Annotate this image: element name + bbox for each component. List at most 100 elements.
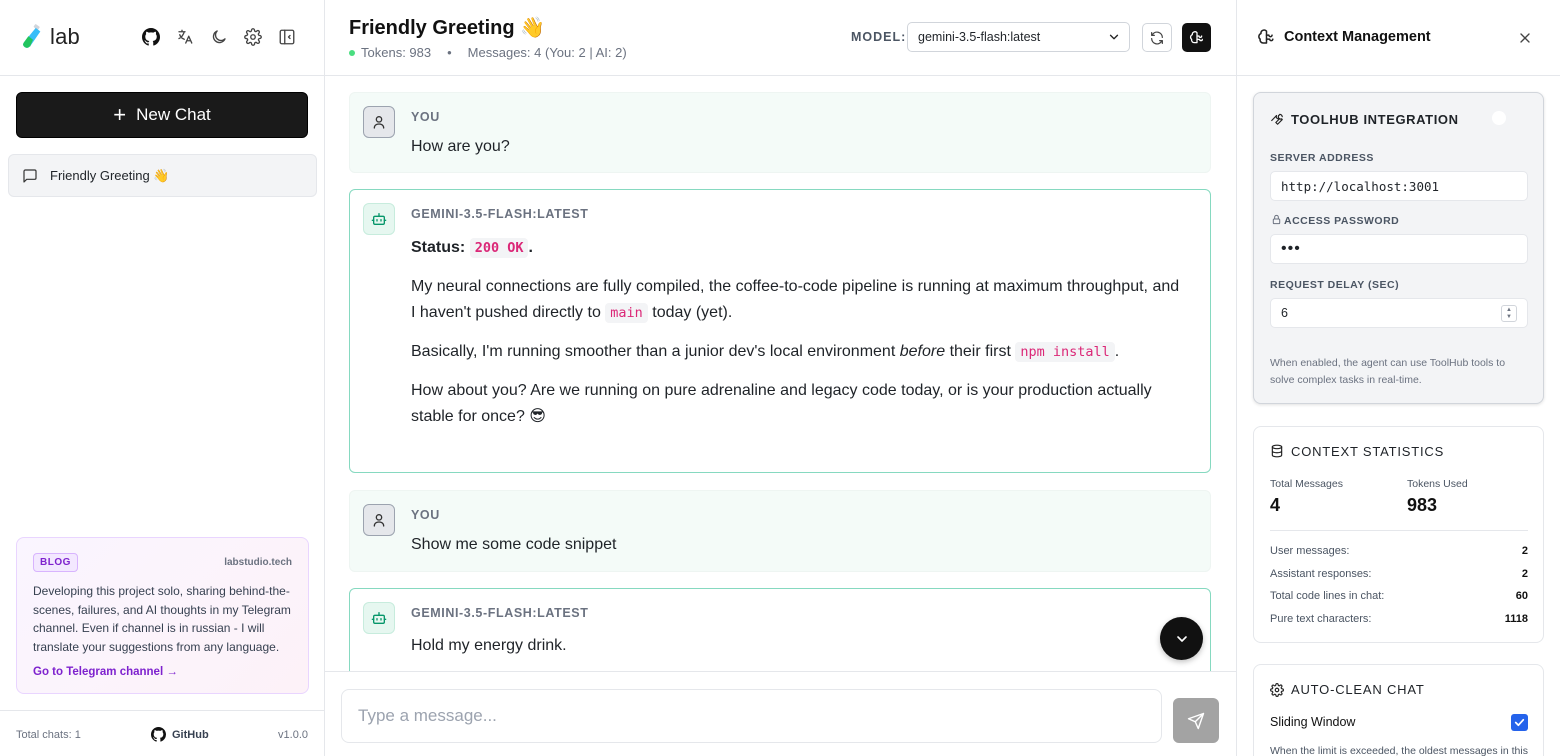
chat-header: Friendly Greeting 👋 Tokens: 983 • Messag… [325,0,1236,76]
context-panel-title: Context Management [1284,29,1431,45]
bot-icon [371,213,387,225]
send-button[interactable] [1173,698,1219,743]
stat-row-label: Pure text characters: [1270,613,1372,625]
toolhub-card: TOOLHUB INTEGRATION SERVER ADDRESS http:… [1253,92,1544,404]
brain-icon [1189,30,1203,43]
total-chats: Total chats: 1 [16,729,81,741]
database-icon [1271,444,1283,458]
message-text: Show me some code snippet [411,536,617,553]
text-fragment: My neural connections are fully compiled… [411,278,1180,321]
bot-icon [371,612,387,624]
total-messages-value: 4 [1270,495,1281,515]
chevron-down-icon [1109,34,1119,40]
access-password-input[interactable]: ••• [1270,234,1528,264]
auto-clean-card: AUTO-CLEAN CHAT Sliding Window When the … [1253,664,1544,756]
access-password-label: ACCESS PASSWORD [1284,215,1400,227]
message-list[interactable]: YOU How are you? GEMINI-3.5-FLASH:LATEST… [325,76,1236,671]
translate-icon[interactable] [175,27,195,47]
model-select-value: gemini-3.5-flash:latest [918,30,1041,44]
refresh-icon [1151,31,1163,44]
tokens-used-label: Tokens Used [1407,478,1468,490]
gear-icon[interactable] [243,27,263,47]
message-role: GEMINI-3.5-FLASH:LATEST [411,207,589,221]
logo-text: lab [50,24,80,49]
request-delay-label: REQUEST DELAY (SEC) [1270,279,1400,291]
text-fragment: today (yet). [652,304,733,321]
auto-clean-title: AUTO-CLEAN CHAT [1291,682,1425,697]
sidebar-collapse-icon[interactable] [277,27,297,47]
message-count: Messages: 4 (You: 2 | AI: 2) [467,45,627,60]
message-paragraph: Basically, I'm running smoother than a j… [411,339,1186,365]
request-delay-input[interactable]: 6 ▲ ▼ [1270,298,1528,328]
scroll-to-bottom-button[interactable] [1160,617,1203,660]
sliding-window-help: When the limit is exceeded, the oldest m… [1270,745,1528,756]
flask-icon [23,24,41,48]
user-icon [373,116,385,129]
close-panel-button[interactable] [1515,28,1535,48]
toggle-knob [1492,111,1506,125]
message-role: GEMINI-3.5-FLASH:LATEST [411,606,589,620]
divider [1270,530,1528,531]
message-paragraph: My neural connections are fully compiled… [411,274,1186,326]
inline-code: main [605,303,648,323]
total-messages-label: Total Messages [1270,478,1343,490]
message-text: Hold my energy drink. [411,637,567,654]
message-role: YOU [411,110,440,124]
text-fragment: their first [949,343,1011,360]
new-chat-button[interactable]: + New Chat [16,92,308,138]
server-address-label: SERVER ADDRESS [1270,152,1374,164]
status-dot [349,49,355,56]
status-period: . [528,239,533,256]
text-fragment: . [1114,343,1120,360]
context-panel-header: Context Management [1237,0,1560,76]
model-label: MODEL: [851,30,907,44]
toolhub-toggle[interactable] [1492,110,1516,126]
context-stats-title: CONTEXT STATISTICS [1291,444,1445,459]
sliding-window-checkbox[interactable] [1511,714,1528,731]
message-paragraph: How about you? Are we running on pure ad… [411,382,1152,425]
moon-icon[interactable] [209,27,229,47]
brain-icon [1258,29,1274,44]
message-text: How are you? [411,138,510,155]
emphasis-text: before [899,343,946,360]
composer [325,671,1236,756]
chat-title: Friendly Greeting 👋 [349,17,546,39]
wrench-icon [1271,113,1283,125]
stat-row-label: Total code lines in chat: [1270,590,1385,602]
telegram-link[interactable]: Go to Telegram channel → [33,666,292,678]
version: v1.0.0 [278,729,308,741]
refresh-models-button[interactable] [1142,23,1172,52]
server-address-input[interactable]: http://localhost:3001 [1270,171,1528,201]
user-icon [373,514,385,527]
logo[interactable]: lab [22,24,80,50]
github-link[interactable]: GitHub [151,727,209,742]
stat-row: Total code lines in chat: 60 [1270,590,1528,602]
model-select[interactable]: gemini-3.5-flash:latest [907,22,1130,52]
stat-row-value: 60 [1515,590,1528,602]
github-link-label: GitHub [172,728,209,741]
context-panel: Context Management TOOLHUB INTEGRATION S… [1236,0,1560,756]
toolhub-title: TOOLHUB INTEGRATION [1291,112,1459,127]
stat-row-value: 2 [1521,545,1528,557]
stat-row-value: 1118 [1504,613,1528,625]
message-square-icon [23,168,37,183]
github-icon[interactable] [141,27,161,47]
github-icon [151,727,166,742]
context-stats-card: CONTEXT STATISTICS Total Messages 4 Toke… [1253,426,1544,643]
token-count: Tokens: 983 [361,45,432,60]
number-spinner[interactable]: ▲ ▼ [1501,305,1517,322]
blog-text: Developing this project solo, sharing be… [33,584,291,654]
message-assistant: GEMINI-3.5-FLASH:LATEST Status: 200 OK. … [349,189,1211,473]
message-content: Status: 200 OK. My neural connections ar… [411,235,1186,443]
sidebar: lab + New Chat Friendly Greeting 👋 BLOG … [0,0,325,756]
user-avatar [363,106,395,138]
message-role: YOU [411,508,440,522]
context-management-button[interactable] [1182,23,1211,52]
request-delay-value: 6 [1281,306,1288,320]
status-label: Status: [411,239,466,256]
message-paragraph: Status: 200 OK. [411,235,1186,261]
toolhub-help: When enabled, the agent can use ToolHub … [1270,357,1506,386]
blog-card: BLOG labstudio.tech Developing this proj… [16,537,309,694]
chat-list-item[interactable]: Friendly Greeting 👋 [8,154,317,197]
message-input[interactable] [341,689,1162,743]
